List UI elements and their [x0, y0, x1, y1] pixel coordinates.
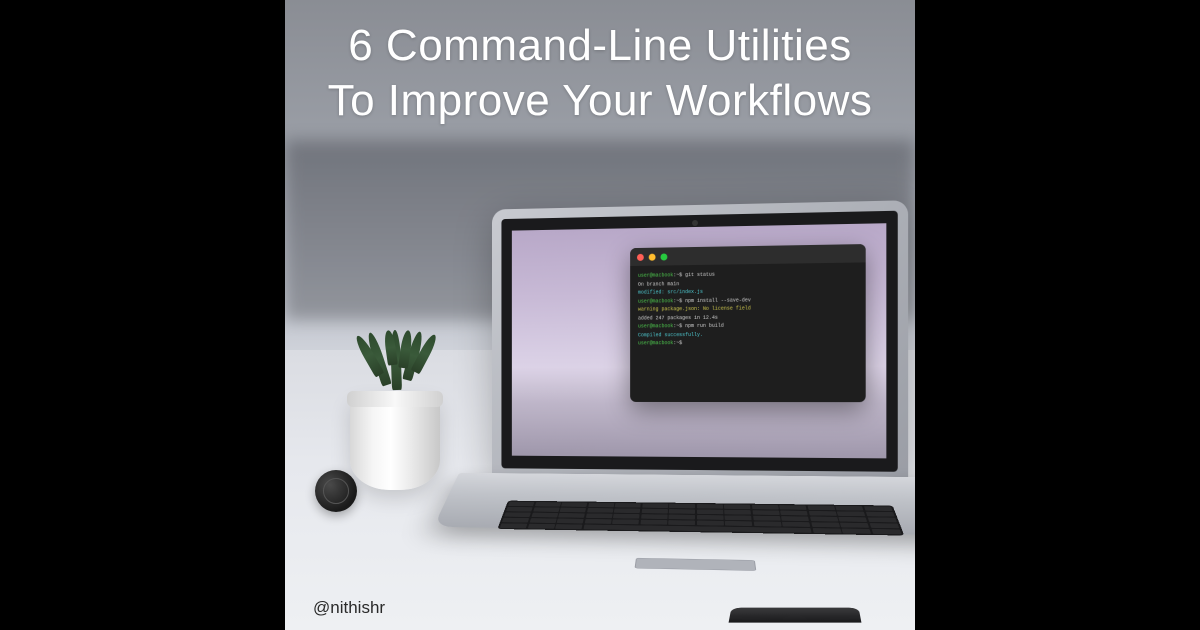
smartphone-prop: [729, 608, 862, 623]
author-handle: @nithishr: [313, 598, 385, 618]
trackpad: [635, 558, 757, 571]
article-title: 6 Command-Line Utilities To Improve Your…: [285, 18, 915, 128]
keyboard: [497, 501, 904, 536]
social-card-image: 6 Command-Line Utilities To Improve Your…: [285, 0, 915, 630]
title-line-2: To Improve Your Workflows: [328, 76, 873, 125]
close-icon: [637, 253, 644, 260]
terminal-window: user@macbook:~$ git status On branch mai…: [630, 244, 866, 402]
maximize-icon: [660, 253, 667, 260]
title-line-1: 6 Command-Line Utilities: [348, 21, 852, 70]
white-pot: [350, 395, 440, 490]
minimize-icon: [649, 253, 656, 260]
laptop: user@macbook:~$ git status On branch mai…: [459, 199, 915, 590]
terminal-output: user@macbook:~$ git status On branch mai…: [630, 262, 866, 353]
laptop-display: user@macbook:~$ git status On branch mai…: [512, 223, 887, 458]
plant-decoration: [340, 360, 450, 490]
